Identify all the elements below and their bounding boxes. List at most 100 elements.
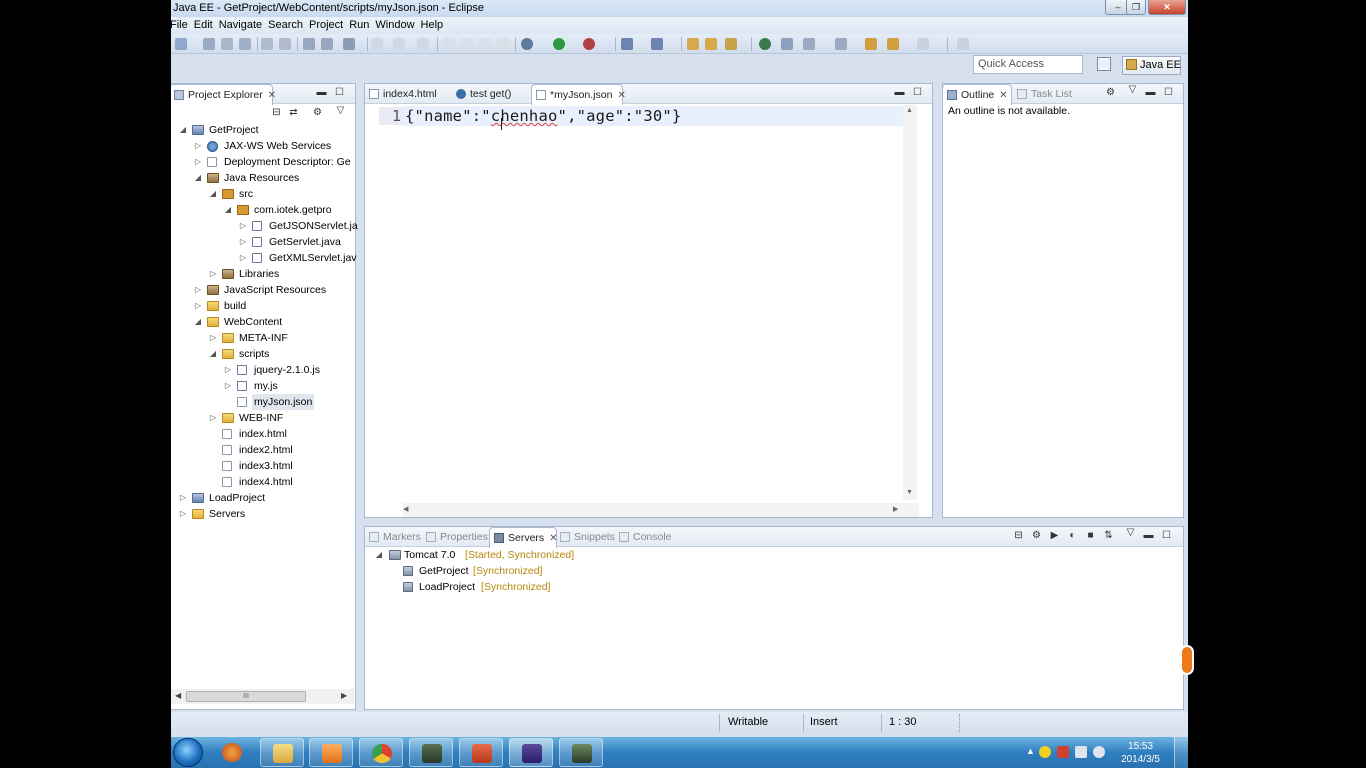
volume-icon[interactable] <box>1093 746 1105 758</box>
collapse-all-icon[interactable]: ⊟ <box>271 108 282 119</box>
open-type-icon[interactable] <box>687 38 699 50</box>
expand-twisty-icon[interactable]: ▷ <box>194 138 202 154</box>
tab-task-list[interactable]: Task List <box>1013 84 1083 104</box>
minimize-view-icon[interactable]: ▬ <box>1143 531 1154 542</box>
tab-properties[interactable]: Properties <box>422 527 490 547</box>
tree-hscrollbar[interactable]: ◀ III ▶ <box>171 689 354 704</box>
action-center-icon[interactable] <box>1057 746 1069 758</box>
expand-twisty-icon[interactable]: ▷ <box>179 506 187 522</box>
new-icon[interactable] <box>175 38 187 50</box>
debug-icon[interactable] <box>521 38 533 50</box>
taskbar-app-8[interactable] <box>559 738 603 767</box>
expand-twisty-icon[interactable]: ▷ <box>239 250 247 266</box>
tab-myjson-json[interactable]: *myJson.json ✕ <box>531 84 626 105</box>
forward-icon[interactable] <box>917 38 929 50</box>
tab-markers[interactable]: Markers <box>365 527 423 547</box>
tab-test-get[interactable]: test get() <box>452 84 532 104</box>
menu-edit[interactable]: Edit <box>191 17 216 32</box>
scroll-thumb[interactable]: III <box>186 691 306 702</box>
taskbar-media-player[interactable] <box>309 738 353 767</box>
scroll-left-icon[interactable]: ◀ <box>175 691 181 700</box>
scroll-right-icon[interactable]: ▶ <box>893 505 898 513</box>
back-icon[interactable] <box>865 38 877 50</box>
tool-icon[interactable] <box>343 38 355 50</box>
show-desktop-button[interactable] <box>1174 737 1188 768</box>
expand-twisty-icon[interactable]: ▷ <box>194 298 202 314</box>
minimize-view-icon[interactable]: ▬ <box>1145 88 1156 99</box>
maximize-view-icon[interactable]: ☐ <box>1161 531 1172 542</box>
minimize-view-icon[interactable]: ▬ <box>894 88 905 99</box>
publish-icon[interactable]: ⇅ <box>1103 531 1114 542</box>
save-all-icon[interactable] <box>221 38 233 50</box>
menu-help[interactable]: Help <box>418 17 447 32</box>
collapse-twisty-icon[interactable]: ◢ <box>194 170 202 186</box>
prev-annotation-icon[interactable] <box>835 38 847 50</box>
open-perspective-icon[interactable] <box>1097 57 1111 71</box>
expand-twisty-icon[interactable]: ▷ <box>194 154 202 170</box>
filter-icon[interactable]: ⚙ <box>1105 88 1116 99</box>
run-icon[interactable] <box>553 38 565 50</box>
taskbar-chrome[interactable] <box>359 738 403 767</box>
minimize-view-icon[interactable]: ▬ <box>316 88 327 99</box>
terminate-icon[interactable] <box>479 38 491 50</box>
taskbar-app-5[interactable] <box>409 738 453 767</box>
menu-file[interactable]: File <box>171 17 191 32</box>
floating-orange-icon[interactable] <box>1180 645 1194 675</box>
expand-twisty-icon[interactable]: ◢ <box>375 547 383 563</box>
collapse-all-icon[interactable]: ⊟ <box>1013 531 1024 542</box>
last-edit-icon[interactable] <box>887 38 899 50</box>
tab-servers[interactable]: Servers ✕ <box>489 527 558 548</box>
mark-icon[interactable] <box>321 38 333 50</box>
tab-console[interactable]: Console <box>615 527 675 547</box>
collapse-twisty-icon[interactable]: ◢ <box>179 122 187 138</box>
search-icon[interactable] <box>303 38 315 50</box>
scroll-down-icon[interactable]: ▼ <box>906 489 913 496</box>
editor-hscrollbar[interactable]: ◀ ▶ <box>403 503 919 517</box>
tray-expand-icon[interactable]: ▲ <box>1026 746 1035 756</box>
scroll-right-icon[interactable]: ▶ <box>341 691 347 700</box>
disconnect-icon[interactable] <box>497 38 509 50</box>
menu-run[interactable]: Run <box>346 17 372 32</box>
pen-icon[interactable] <box>725 38 737 50</box>
expand-twisty-icon[interactable]: ▷ <box>179 490 187 506</box>
taskbar-powerpoint[interactable] <box>459 738 503 767</box>
maximize-view-icon[interactable]: ☐ <box>1163 88 1174 99</box>
open-task-icon[interactable] <box>705 38 717 50</box>
taskbar-explorer[interactable] <box>260 738 304 767</box>
tray-app-icon[interactable] <box>1039 746 1051 758</box>
expand-twisty-icon[interactable]: ▷ <box>209 266 217 282</box>
start-button[interactable] <box>173 738 203 767</box>
undo-icon[interactable] <box>371 38 383 50</box>
view-menu-icon[interactable]: ▽ <box>335 106 346 117</box>
run-server-icon[interactable] <box>583 38 595 50</box>
menu-search[interactable]: Search <box>265 17 306 32</box>
perspective-java-ee[interactable]: Java EE <box>1122 56 1181 75</box>
profile-server-icon[interactable]: ◐ <box>1067 531 1078 542</box>
print-icon[interactable] <box>239 38 251 50</box>
next-annotation-icon[interactable] <box>803 38 815 50</box>
new-java-icon[interactable] <box>651 38 663 50</box>
view-menu-icon[interactable]: ▽ <box>1127 85 1138 96</box>
expand-twisty-icon[interactable]: ▷ <box>224 378 232 394</box>
expand-twisty-icon[interactable]: ▷ <box>209 330 217 346</box>
expand-twisty-icon[interactable]: ▷ <box>209 410 217 426</box>
debug-server-icon[interactable]: ⚙ <box>1031 531 1042 542</box>
editor-vscrollbar[interactable]: ▲ ▼ <box>903 105 917 500</box>
collapse-twisty-icon[interactable]: ◢ <box>224 202 232 218</box>
close-icon[interactable]: ✕ <box>268 90 276 101</box>
step-icon[interactable] <box>417 38 429 50</box>
tab-project-explorer[interactable]: Project Explorer ✕ <box>171 84 276 105</box>
collapse-twisty-icon[interactable]: ◢ <box>209 346 217 362</box>
tab-snippets[interactable]: Snippets <box>556 527 616 547</box>
code-line[interactable]: {"name":"chenhao","age":"30"} <box>405 107 681 125</box>
resume-icon[interactable] <box>443 38 455 50</box>
collapse-twisty-icon[interactable]: ◢ <box>209 186 217 202</box>
stop-server-icon[interactable]: ■ <box>1085 531 1096 542</box>
maximize-view-icon[interactable]: ☐ <box>334 88 345 99</box>
clock[interactable]: 15:53 2014/3/5 <box>1121 740 1160 766</box>
collapse-twisty-icon[interactable]: ◢ <box>194 314 202 330</box>
tab-outline[interactable]: Outline ✕ <box>942 84 1012 105</box>
external-tools-icon[interactable] <box>621 38 633 50</box>
menu-navigate[interactable]: Navigate <box>216 17 265 32</box>
view-menu-icon[interactable]: ▽ <box>1125 528 1136 539</box>
